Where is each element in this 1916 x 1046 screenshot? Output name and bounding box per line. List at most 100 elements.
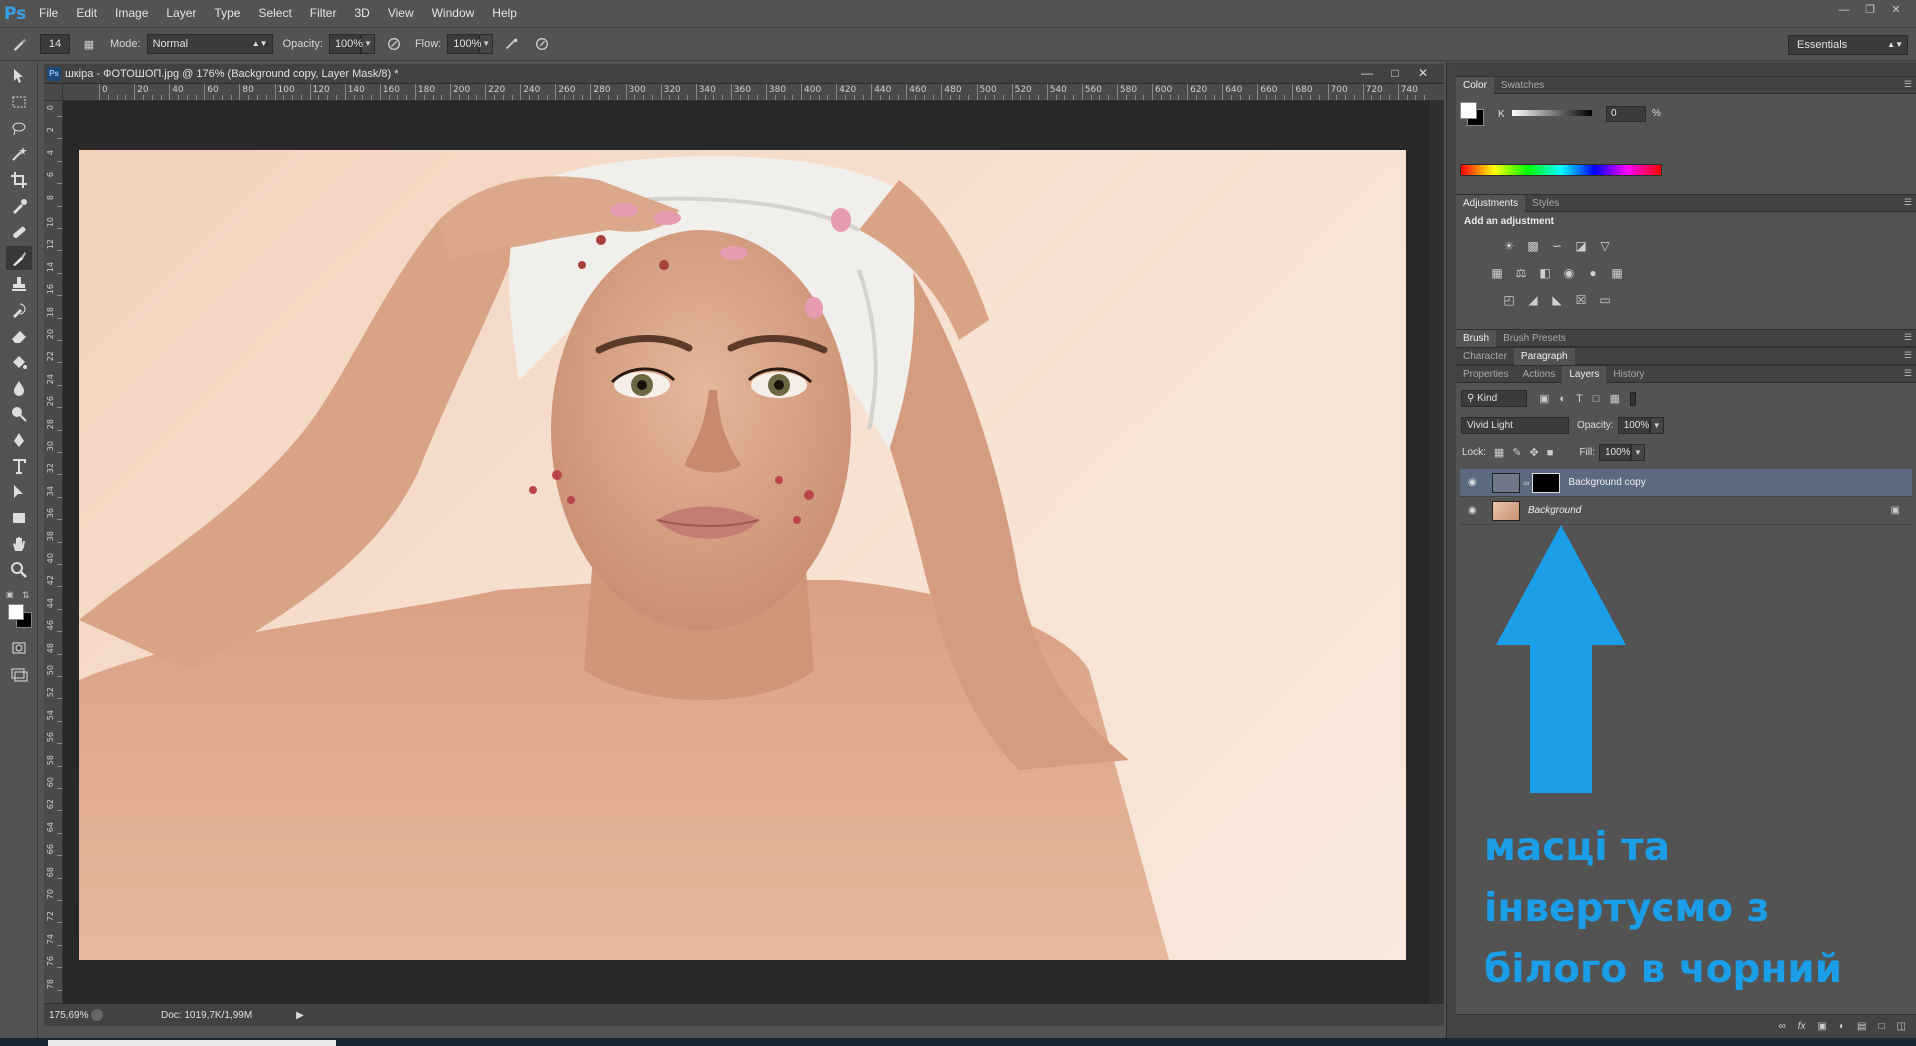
gradient-map-icon[interactable]: ▭ [1596, 292, 1614, 308]
brush-tool-preset-icon[interactable] [8, 33, 30, 55]
smart-object-filter-icon[interactable]: ▦ [1609, 392, 1619, 405]
panel-dock-strip[interactable] [1446, 62, 1456, 1038]
vibrance-icon[interactable]: ▽ [1596, 238, 1614, 254]
hand-tool-icon[interactable] [6, 532, 32, 556]
airbrush-icon[interactable] [501, 33, 523, 55]
minimize-icon[interactable]: — [1832, 2, 1856, 18]
panel-menu-icon[interactable]: ☰ [1904, 350, 1912, 361]
layer-mask-thumbnail[interactable] [1532, 472, 1561, 493]
menu-file[interactable]: File [30, 0, 67, 27]
link-layers-icon[interactable]: ∞ [1779, 1021, 1786, 1032]
tab-properties[interactable]: Properties [1456, 366, 1516, 383]
menu-type[interactable]: Type [205, 0, 249, 27]
clone-stamp-tool-icon[interactable] [6, 272, 32, 296]
brush-size-picker[interactable]: 14 [40, 34, 70, 54]
path-selection-tool-icon[interactable] [6, 480, 32, 504]
foreground-color-swatch[interactable] [8, 604, 24, 620]
magic-wand-tool-icon[interactable] [6, 142, 32, 166]
tab-actions[interactable]: Actions [1516, 366, 1563, 383]
type-tool-icon[interactable] [6, 454, 32, 478]
filter-toggle[interactable] [1629, 391, 1636, 406]
rectangle-tool-icon[interactable] [6, 506, 32, 530]
maximize-icon[interactable]: □ [1384, 65, 1406, 82]
foreground-color-swatch[interactable] [1460, 102, 1477, 119]
screen-mode-icon[interactable] [6, 662, 32, 686]
layer-row-background[interactable]: ◉ Background ▣ [1460, 497, 1912, 525]
threshold-icon[interactable]: ◣ [1548, 292, 1566, 308]
adjustment-filter-icon[interactable]: ◐ [1559, 393, 1566, 405]
workspace-select[interactable]: Essentials ▲▼ [1788, 35, 1908, 55]
pixel-filter-icon[interactable]: ▣ [1539, 392, 1549, 405]
mode-select[interactable]: Normal ▲▼ [146, 34, 273, 54]
channel-mixer-icon[interactable]: ● [1584, 265, 1602, 281]
levels-icon[interactable]: ▩ [1524, 238, 1542, 254]
tab-layers[interactable]: Layers [1562, 365, 1607, 383]
dock-header[interactable] [1456, 62, 1916, 76]
default-colors-icon[interactable]: ▣ [6, 590, 16, 600]
k-channel-slider[interactable] [1512, 110, 1592, 116]
tab-swatches[interactable]: Swatches [1494, 77, 1551, 94]
panel-menu-icon[interactable]: ☰ [1904, 332, 1912, 343]
lock-all-icon[interactable]: ■ [1547, 447, 1554, 459]
new-group-icon[interactable]: ▤ [1857, 1021, 1866, 1032]
eyedropper-tool-icon[interactable] [6, 194, 32, 218]
menu-layer[interactable]: Layer [157, 0, 205, 27]
lasso-tool-icon[interactable] [6, 116, 32, 140]
vertical-ruler[interactable]: 0 2 4 6 8 10 12 14 16 18 20 22 24 26 28 30 32 34 36 38 40 42 4… [44, 101, 63, 1003]
menu-help[interactable]: Help [483, 0, 526, 27]
eraser-tool-icon[interactable] [6, 324, 32, 348]
visibility-eye-icon[interactable]: ◉ [1468, 477, 1484, 488]
panel-menu-icon[interactable]: ☰ [1904, 368, 1912, 379]
panel-menu-icon[interactable]: ☰ [1904, 197, 1912, 208]
vertical-scrollbar[interactable] [1430, 101, 1444, 1003]
opacity-input[interactable]: 100% [328, 34, 363, 54]
blend-mode-select[interactable]: Vivid Light [1461, 417, 1569, 434]
lock-image-icon[interactable]: ✎ [1512, 446, 1521, 459]
fill-slider-toggle[interactable]: ▼ [1630, 444, 1645, 461]
trash-icon[interactable]: ◫ [1897, 1021, 1906, 1032]
tab-color[interactable]: Color [1456, 76, 1494, 94]
pen-tool-icon[interactable] [6, 428, 32, 452]
dodge-tool-icon[interactable] [6, 402, 32, 426]
new-adjustment-layer-icon[interactable]: ◐ [1839, 1021, 1845, 1032]
tab-paragraph[interactable]: Paragraph [1513, 347, 1575, 365]
color-lookup-icon[interactable]: ▦ [1608, 265, 1626, 281]
healing-brush-tool-icon[interactable] [6, 220, 32, 244]
posterize-icon[interactable]: ◢ [1524, 292, 1542, 308]
close-icon[interactable]: ✕ [1412, 65, 1434, 82]
tab-history[interactable]: History [1606, 366, 1651, 383]
menu-3d[interactable]: 3D [345, 0, 378, 27]
curves-icon[interactable]: ∽ [1548, 238, 1566, 254]
close-icon[interactable]: ✕ [1884, 2, 1908, 18]
document-tab[interactable]: Ps шкіра - ФОТОШОП.jpg @ 176% (Backgroun… [44, 64, 1444, 84]
black-white-icon[interactable]: ◧ [1536, 265, 1554, 281]
status-info-icon[interactable] [91, 1009, 103, 1021]
restore-icon[interactable]: ❐ [1858, 2, 1882, 18]
marquee-tool-icon[interactable] [6, 90, 32, 114]
visibility-eye-icon[interactable]: ◉ [1468, 505, 1484, 516]
minimize-icon[interactable]: — [1356, 65, 1378, 82]
brush-panel-toggle-icon[interactable]: ▦ [78, 33, 100, 55]
tab-brush-presets[interactable]: Brush Presets [1496, 330, 1573, 347]
menu-select[interactable]: Select [249, 0, 300, 27]
add-mask-icon[interactable]: ▣ [1818, 1021, 1827, 1032]
tab-styles[interactable]: Styles [1525, 195, 1566, 212]
flow-input[interactable]: 100% [447, 34, 481, 54]
menu-edit[interactable]: Edit [67, 0, 106, 27]
menu-view[interactable]: View [379, 0, 423, 27]
layer-opacity-slider-toggle[interactable]: ▼ [1649, 417, 1664, 434]
taskbar-item[interactable] [48, 1040, 336, 1046]
crop-tool-icon[interactable] [6, 168, 32, 192]
mask-link-icon[interactable]: ∞ [1523, 478, 1529, 488]
tab-character[interactable]: Character [1456, 348, 1514, 365]
type-filter-icon[interactable]: T [1576, 393, 1583, 405]
status-menu-arrow-icon[interactable]: ▶ [296, 1010, 304, 1021]
zoom-tool-icon[interactable] [6, 558, 32, 582]
color-spectrum-bar[interactable] [1460, 164, 1662, 176]
ruler-origin[interactable] [44, 84, 63, 101]
exposure-icon[interactable]: ◪ [1572, 238, 1590, 254]
layer-row-background-copy[interactable]: ◉ ∞ Background copy [1460, 469, 1912, 497]
fx-icon[interactable]: fx [1798, 1021, 1806, 1032]
lock-transparent-icon[interactable]: ▦ [1494, 446, 1504, 459]
tab-brush[interactable]: Brush [1456, 329, 1497, 347]
